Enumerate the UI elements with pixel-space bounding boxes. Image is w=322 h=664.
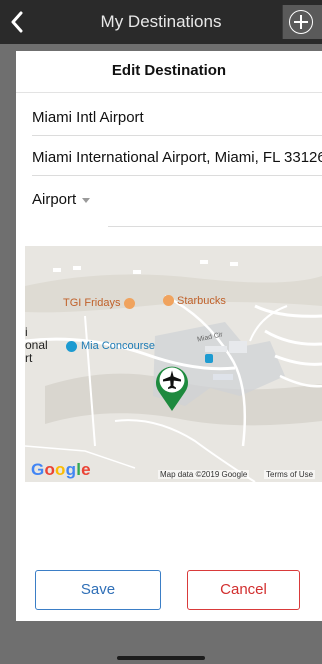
save-button[interactable]: Save: [35, 570, 161, 610]
restaurant-icon: [124, 298, 135, 309]
map-label-starbucks: Starbucks: [177, 295, 226, 307]
map-terms-link[interactable]: Terms of Use: [264, 470, 316, 479]
destination-name-field[interactable]: Miami Intl Airport: [32, 109, 322, 126]
nav-bar: My Destinations: [0, 0, 322, 44]
cancel-button[interactable]: Cancel: [187, 570, 300, 610]
map-label-edge: rt: [25, 351, 33, 365]
cafe-icon: [163, 295, 174, 306]
map-data-attribution: Map data ©2019 Google: [158, 470, 250, 479]
transit-icon: [205, 354, 213, 363]
destination-address-field[interactable]: Miami International Airport, Miami, FL 3…: [32, 149, 322, 166]
destination-type-value: Airport: [32, 191, 77, 208]
plus-circle-icon: [289, 10, 313, 34]
nav-title: My Destinations: [100, 12, 222, 31]
shopping-icon: [66, 341, 77, 352]
caret-down-icon: [82, 197, 91, 203]
divider: [108, 226, 322, 227]
divider: [32, 175, 322, 176]
map-label-edge: i: [25, 325, 28, 339]
map-view[interactable]: TGI Fridays Starbucks Mia Concourse Miad…: [25, 246, 322, 482]
add-destination-button[interactable]: [282, 5, 322, 39]
map-label-edge: onal: [25, 338, 48, 352]
home-indicator: [117, 656, 205, 660]
map-label-mia-concourse: Mia Concourse: [81, 340, 155, 352]
google-logo: Google: [31, 460, 91, 479]
map-label-tgi-fridays: TGI Fridays: [63, 297, 121, 309]
destination-type-select[interactable]: Airport: [32, 191, 91, 208]
airplane-icon[interactable]: [153, 361, 191, 413]
dialog-title: Edit Destination: [16, 51, 322, 93]
edit-destination-dialog: Edit Destination Miami Intl Airport Miam…: [16, 51, 322, 621]
divider: [32, 135, 322, 136]
